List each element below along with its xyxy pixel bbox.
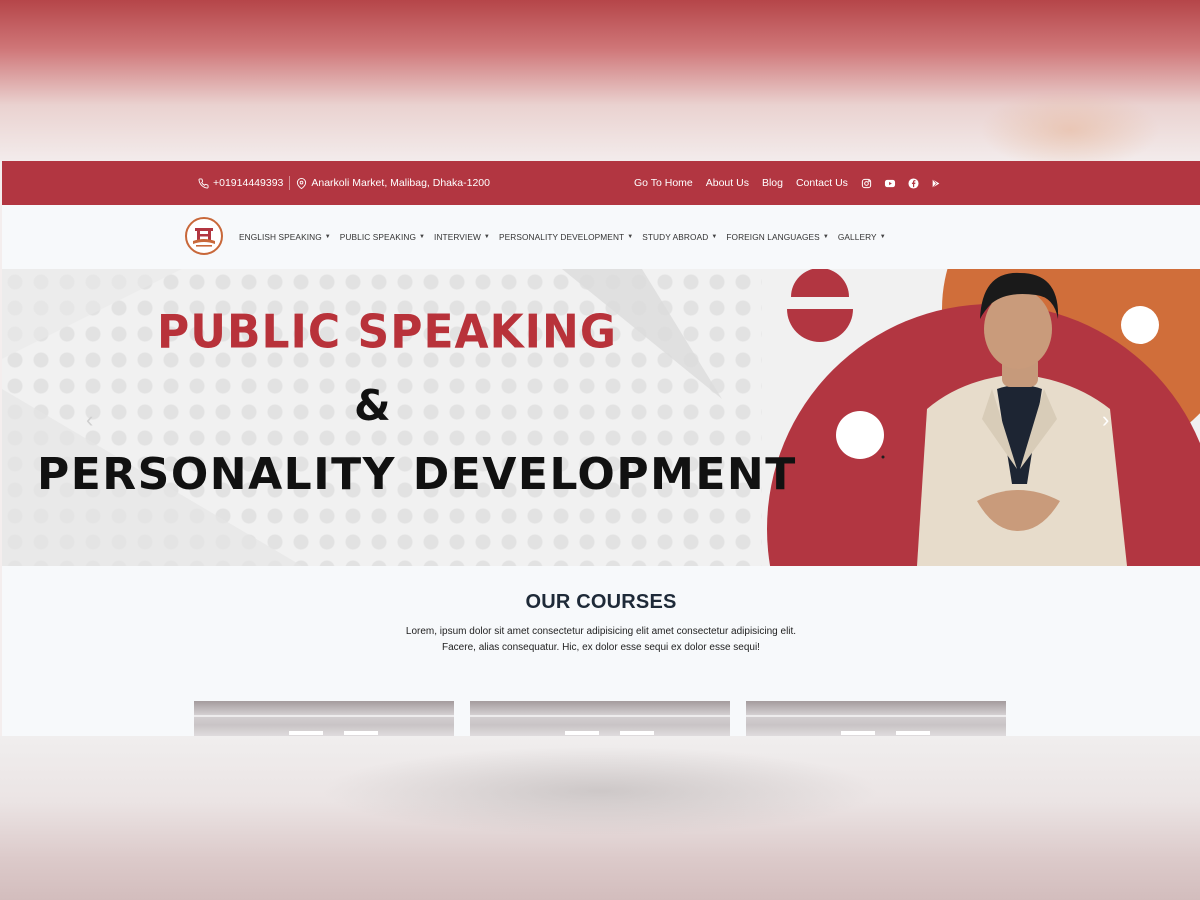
course-cards <box>194 701 1006 736</box>
divider <box>289 176 291 190</box>
caret-down-icon: ▼ <box>483 234 490 240</box>
address-contact: Anarkoli Market, Malibag, Dhaka-1200 <box>296 177 490 189</box>
course-card[interactable] <box>194 701 454 736</box>
caret-down-icon: ▼ <box>627 234 634 240</box>
map-pin-icon <box>296 177 307 189</box>
hero-ampersand: & <box>354 381 391 430</box>
menu-foreign-languages[interactable]: FOREIGN LANGUAGES ▼ <box>726 232 829 242</box>
menu-english-speaking[interactable]: ENGLISH SPEAKING ▼ <box>239 232 331 242</box>
menu-public-speaking[interactable]: PUBLIC SPEAKING ▼ <box>340 232 425 242</box>
youtube-icon[interactable] <box>884 178 896 189</box>
caret-down-icon: ▼ <box>711 234 718 240</box>
course-card[interactable] <box>746 701 1006 736</box>
website-screenshot: +01914449393 Anarkoli Market, Malibag, D… <box>2 161 1200 736</box>
facebook-icon[interactable] <box>908 177 919 189</box>
google-play-icon[interactable] <box>931 178 941 189</box>
courses-description: Lorem, ipsum dolor sit amet consectetur … <box>405 626 797 653</box>
address-text: Anarkoli Market, Malibag, Dhaka-1200 <box>311 177 490 189</box>
about-us-link[interactable]: About Us <box>706 177 749 189</box>
caret-down-icon: ▼ <box>324 234 331 240</box>
caret-down-icon: ▼ <box>879 234 886 240</box>
blurred-background-top <box>0 0 1200 170</box>
caret-down-icon: ▼ <box>822 234 829 240</box>
menu-label: FOREIGN LANGUAGES <box>726 232 820 242</box>
menu-gallery[interactable]: GALLERY ▼ <box>838 232 886 242</box>
phone-number: +01914449393 <box>213 177 284 189</box>
site-logo[interactable] <box>185 217 223 255</box>
menu-label: PERSONALITY DEVELOPMENT <box>498 232 625 242</box>
phone-icon <box>198 177 209 189</box>
top-contact-bar: +01914449393 Anarkoli Market, Malibag, D… <box>2 161 1200 205</box>
menu-label: ENGLISH SPEAKING <box>239 232 322 242</box>
hero-carousel: PUBLIC SPEAKING & PERSONALITY DEVELOPMEN… <box>2 269 1200 566</box>
main-menu: ENGLISH SPEAKING ▼ PUBLIC SPEAKING ▼ INT… <box>239 205 886 269</box>
hero-title-line-1: PUBLIC SPEAKING <box>157 305 617 360</box>
menu-personality-development[interactable]: PERSONALITY DEVELOPMENT ▼ <box>499 232 633 242</box>
carousel-prev-arrow[interactable]: ‹ <box>86 407 93 433</box>
caret-down-icon: ▼ <box>419 234 426 240</box>
carousel-next-arrow[interactable]: › <box>1102 407 1109 433</box>
blog-link[interactable]: Blog <box>762 177 783 189</box>
menu-label: STUDY ABROAD <box>642 232 709 242</box>
menu-label: INTERVIEW <box>434 232 481 242</box>
courses-heading: OUR COURSES <box>525 591 677 613</box>
menu-label: PUBLIC SPEAKING <box>339 232 416 242</box>
contact-us-link[interactable]: Contact Us <box>796 177 848 189</box>
menu-interview[interactable]: INTERVIEW ▼ <box>434 232 490 242</box>
instagram-icon[interactable] <box>861 178 872 189</box>
courses-section: OUR COURSES Lorem, ipsum dolor sit amet … <box>2 591 1200 656</box>
hero-title-line-2: PERSONALITY DEVELOPMENT <box>37 449 797 500</box>
menu-study-abroad[interactable]: STUDY ABROAD ▼ <box>642 232 717 242</box>
course-card[interactable] <box>470 701 730 736</box>
go-to-home-link[interactable]: Go To Home <box>634 177 693 189</box>
main-navbar: ENGLISH SPEAKING ▼ PUBLIC SPEAKING ▼ INT… <box>2 205 1200 270</box>
blurred-background-bottom <box>0 736 1200 900</box>
menu-label: GALLERY <box>837 232 877 242</box>
phone-contact[interactable]: +01914449393 <box>198 177 283 189</box>
